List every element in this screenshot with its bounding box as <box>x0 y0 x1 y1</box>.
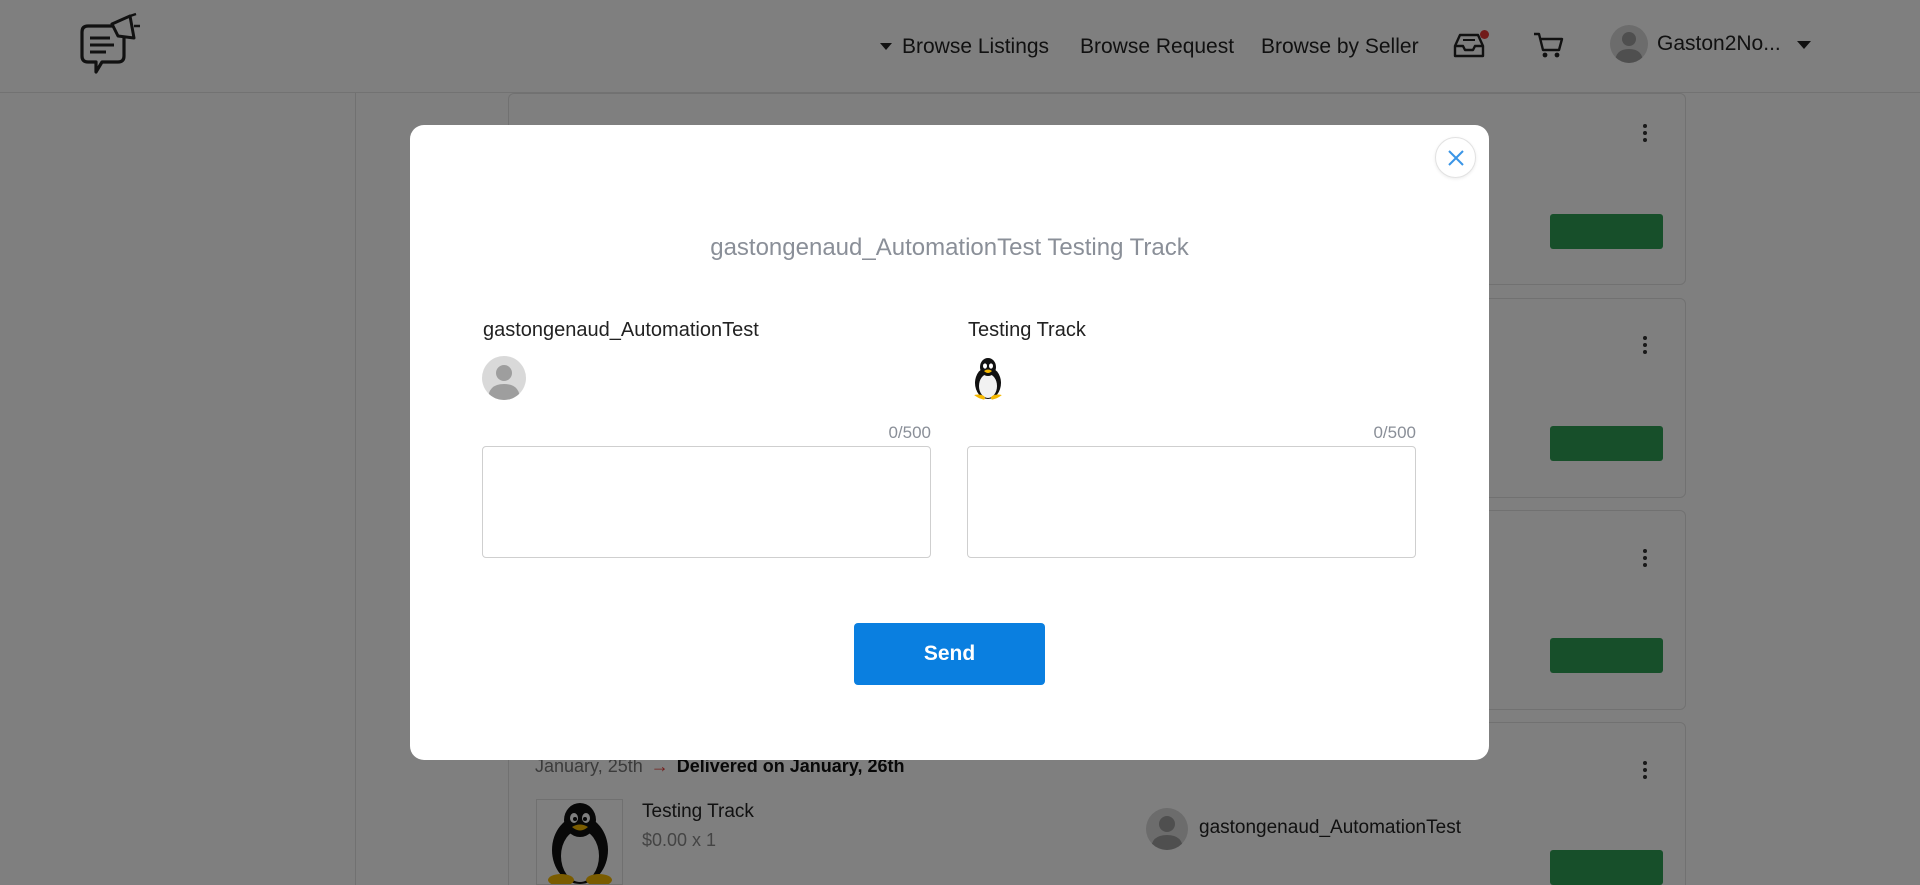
tux-penguin-icon <box>971 358 1005 400</box>
send-button[interactable]: Send <box>854 623 1045 685</box>
buyer-name: gastongenaud_AutomationTest <box>483 319 759 341</box>
modal-title: gastongenaud_AutomationTest Testing Trac… <box>710 234 1189 261</box>
buyer-avatar <box>482 356 526 400</box>
close-icon <box>1447 149 1464 166</box>
buyer-review-input[interactable] <box>482 446 931 558</box>
buyer-char-counter: 0/500 <box>888 423 931 442</box>
close-button[interactable] <box>1435 137 1476 178</box>
listing-review-input[interactable] <box>967 446 1416 558</box>
listing-name: Testing Track <box>968 319 1086 341</box>
listing-char-counter: 0/500 <box>1373 423 1416 442</box>
listing-avatar <box>966 356 1010 400</box>
user-silhouette-icon <box>488 365 520 400</box>
